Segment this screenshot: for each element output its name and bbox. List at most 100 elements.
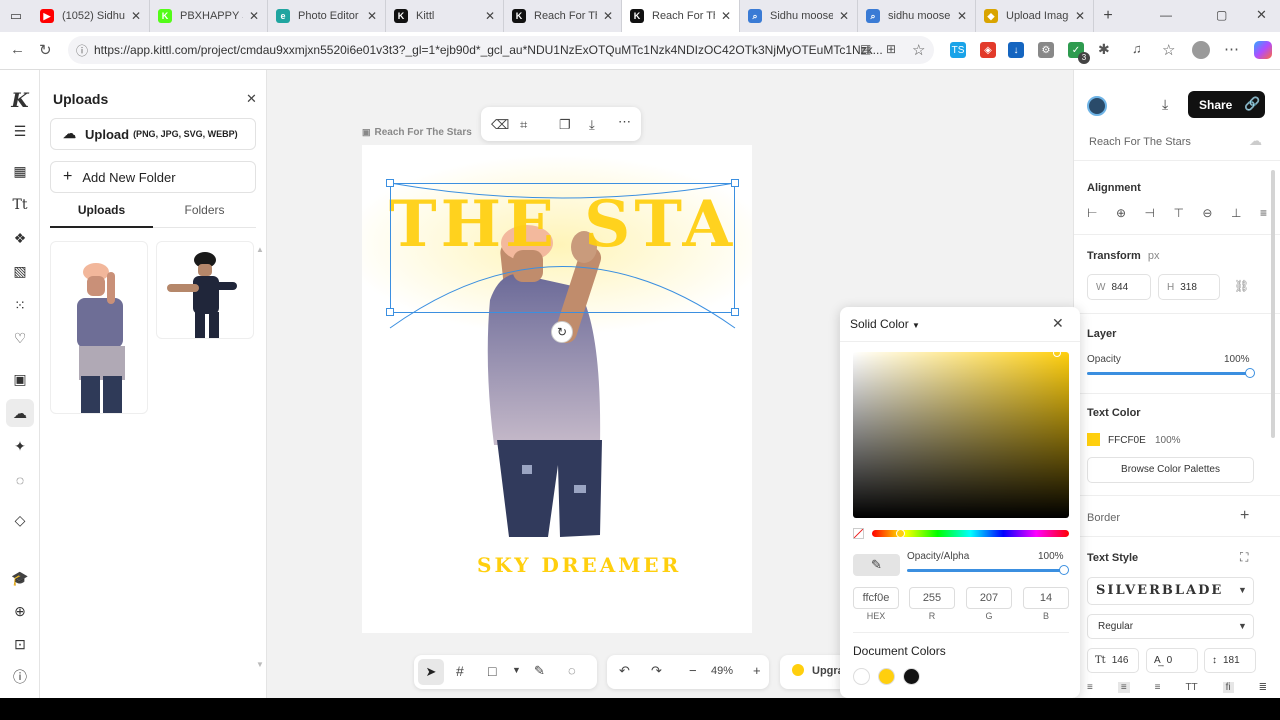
resize-handle[interactable] <box>731 179 739 187</box>
link-icon[interactable]: 🔗 <box>1244 96 1260 112</box>
document-color-swatch[interactable] <box>878 668 895 685</box>
letter-spacing-field[interactable]: A͢ 0 <box>1146 648 1198 673</box>
gift-icon[interactable]: ⊡ <box>10 634 30 654</box>
tab-actions-icon[interactable]: ▭ <box>0 0 32 32</box>
zoom-in-icon[interactable]: + <box>753 663 761 678</box>
minimize-button[interactable]: — <box>1160 8 1172 22</box>
shape-tool-icon[interactable]: □ <box>488 663 496 679</box>
resize-handle[interactable] <box>731 308 739 316</box>
patterns-icon[interactable]: ⁙ <box>10 295 30 315</box>
elements-icon[interactable]: ❖ <box>10 228 30 248</box>
upload-button[interactable]: ☁ Upload (PNG, JPG, SVG, WEBP) <box>50 118 256 150</box>
close-tab-icon[interactable]: ✕ <box>721 9 731 23</box>
upload-thumbnail[interactable] <box>50 241 148 414</box>
artboard[interactable]: THE STARS SKY DREAMER ↻ <box>362 145 752 633</box>
extension-shield-icon[interactable]: ◈ <box>980 42 996 58</box>
document-color-swatch[interactable] <box>903 668 920 685</box>
font-size-field[interactable]: Tt 146 <box>1087 648 1139 673</box>
shape-dropdown-icon[interactable]: ▼ <box>512 665 521 675</box>
close-tab-icon[interactable]: ✕ <box>367 9 377 23</box>
text-options-icon[interactable]: ≣ <box>1259 682 1267 693</box>
more-options-icon[interactable]: ⋯ <box>618 114 631 130</box>
line-height-field[interactable]: ↕ 181 <box>1204 648 1256 673</box>
help-icon[interactable]: ⓘ <box>10 667 30 687</box>
browser-tab[interactable]: ▶ (1052) Sidhu M ✕ <box>32 0 150 32</box>
document-color-swatch[interactable] <box>853 668 870 685</box>
reload-icon[interactable]: ↻ <box>39 41 52 59</box>
add-circle-icon[interactable]: ⊕ <box>10 601 30 621</box>
browser-tab[interactable]: ⌕ sidhu moose w ✕ <box>858 0 976 32</box>
back-icon[interactable]: ← <box>10 41 25 58</box>
panel-scrollbar[interactable] <box>1271 170 1275 438</box>
favorites-icon[interactable]: ☆ <box>1162 41 1175 59</box>
download-icon[interactable]: ⤓ <box>589 117 595 133</box>
text-color-swatch[interactable] <box>1087 433 1100 446</box>
align-left-icon[interactable]: ⊢ <box>1087 206 1097 220</box>
profile-avatar[interactable] <box>1192 41 1210 59</box>
g-input[interactable]: 207 <box>966 587 1012 609</box>
close-panel-icon[interactable]: ✕ <box>246 91 257 107</box>
templates-icon[interactable]: ▦ <box>10 161 30 181</box>
solid-color-dropdown[interactable]: Solid Color ▼ <box>850 317 920 331</box>
site-info-icon[interactable]: ⓘ <box>76 42 88 59</box>
align-center-h-icon[interactable]: ⊕ <box>1116 206 1126 220</box>
distribute-icon[interactable]: ≡ <box>1260 206 1267 220</box>
text-style-options-icon[interactable]: ⛶ <box>1240 550 1248 565</box>
text-color-opacity[interactable]: 100% <box>1155 435 1181 446</box>
font-family-select[interactable]: SILVERBLADE ▼ <box>1087 577 1254 605</box>
add-folder-button[interactable]: + Add New Folder <box>50 161 256 193</box>
saturation-cursor[interactable] <box>1053 349 1061 357</box>
select-tool-icon[interactable]: ➤ <box>418 659 444 685</box>
ai-sparkle-icon[interactable]: ✦ <box>10 436 30 456</box>
hex-input[interactable]: ffcf0e <box>853 587 899 609</box>
text-icon[interactable]: Tt <box>10 195 30 215</box>
share-button[interactable]: Share 🔗 <box>1188 91 1265 118</box>
favorite-star-icon[interactable]: ☆ <box>912 41 925 59</box>
align-bottom-icon[interactable]: ⊥ <box>1231 206 1241 220</box>
menu-icon[interactable]: ☰ <box>10 121 30 141</box>
uppercase-icon[interactable]: TT <box>1185 682 1197 693</box>
more-menu-icon[interactable]: ⋯ <box>1224 40 1239 58</box>
restore-button[interactable]: ▢ <box>1216 8 1227 22</box>
close-tab-icon[interactable]: ✕ <box>839 9 849 23</box>
close-tab-icon[interactable]: ✕ <box>603 9 613 23</box>
browser-tab[interactable]: K PBXHAPPY Stre ✕ <box>150 0 268 32</box>
zoom-level[interactable]: 49% <box>711 665 733 677</box>
align-top-icon[interactable]: ⊤ <box>1173 206 1183 220</box>
layers-icon[interactable]: ◇ <box>10 510 30 530</box>
brand-kit-icon[interactable]: ▣ <box>10 369 30 389</box>
tab-uploads[interactable]: Uploads <box>50 196 153 228</box>
align-middle-v-icon[interactable]: ⊖ <box>1202 206 1212 220</box>
text-align-center-icon[interactable]: ≡ <box>1117 682 1130 693</box>
close-picker-icon[interactable]: ✕ <box>1052 315 1064 332</box>
zoom-out-icon[interactable]: − <box>689 663 697 678</box>
browser-tab[interactable]: K Reach For The ✕ <box>504 0 622 32</box>
browser-tab[interactable]: K Reach For The ✕ <box>622 0 740 32</box>
height-field[interactable]: H 318 <box>1158 274 1220 300</box>
close-tab-icon[interactable]: ✕ <box>1075 9 1085 23</box>
uploads-icon[interactable]: ☁ <box>6 399 34 427</box>
rotate-handle-icon[interactable]: ↻ <box>551 321 573 343</box>
close-tab-icon[interactable]: ✕ <box>957 9 967 23</box>
comment-tool-icon[interactable]: ◌ <box>568 663 576 678</box>
eyedropper-button[interactable]: ✎ <box>853 554 900 576</box>
no-color-icon[interactable] <box>853 528 864 539</box>
add-border-icon[interactable]: + <box>1240 507 1249 525</box>
saturation-area[interactable] <box>853 352 1069 518</box>
alpha-slider[interactable] <box>907 569 1064 572</box>
opacity-slider[interactable] <box>1087 372 1250 375</box>
text-align-right-icon[interactable]: ≡ <box>1155 682 1161 693</box>
extension-gear-icon[interactable]: ⚙ <box>1038 42 1054 58</box>
redo-icon[interactable]: ↷ <box>651 663 662 679</box>
resize-handle[interactable] <box>386 179 394 187</box>
extension-ts-icon[interactable]: TS <box>950 42 966 58</box>
opacity-slider-thumb[interactable] <box>1245 368 1255 378</box>
upload-thumbnail[interactable] <box>156 241 254 339</box>
lock-ratio-icon[interactable]: ⛓ <box>1234 279 1249 293</box>
project-name[interactable]: Reach For The Stars <box>1089 136 1191 148</box>
photos-icon[interactable]: ▧ <box>10 261 30 281</box>
apps-icon[interactable]: ⊞ <box>886 42 896 56</box>
browser-tab[interactable]: K Kittl ✕ <box>386 0 504 32</box>
text-align-left-icon[interactable]: ≡ <box>1087 682 1093 693</box>
extensions-puzzle-icon[interactable]: ✱ <box>1098 41 1110 58</box>
